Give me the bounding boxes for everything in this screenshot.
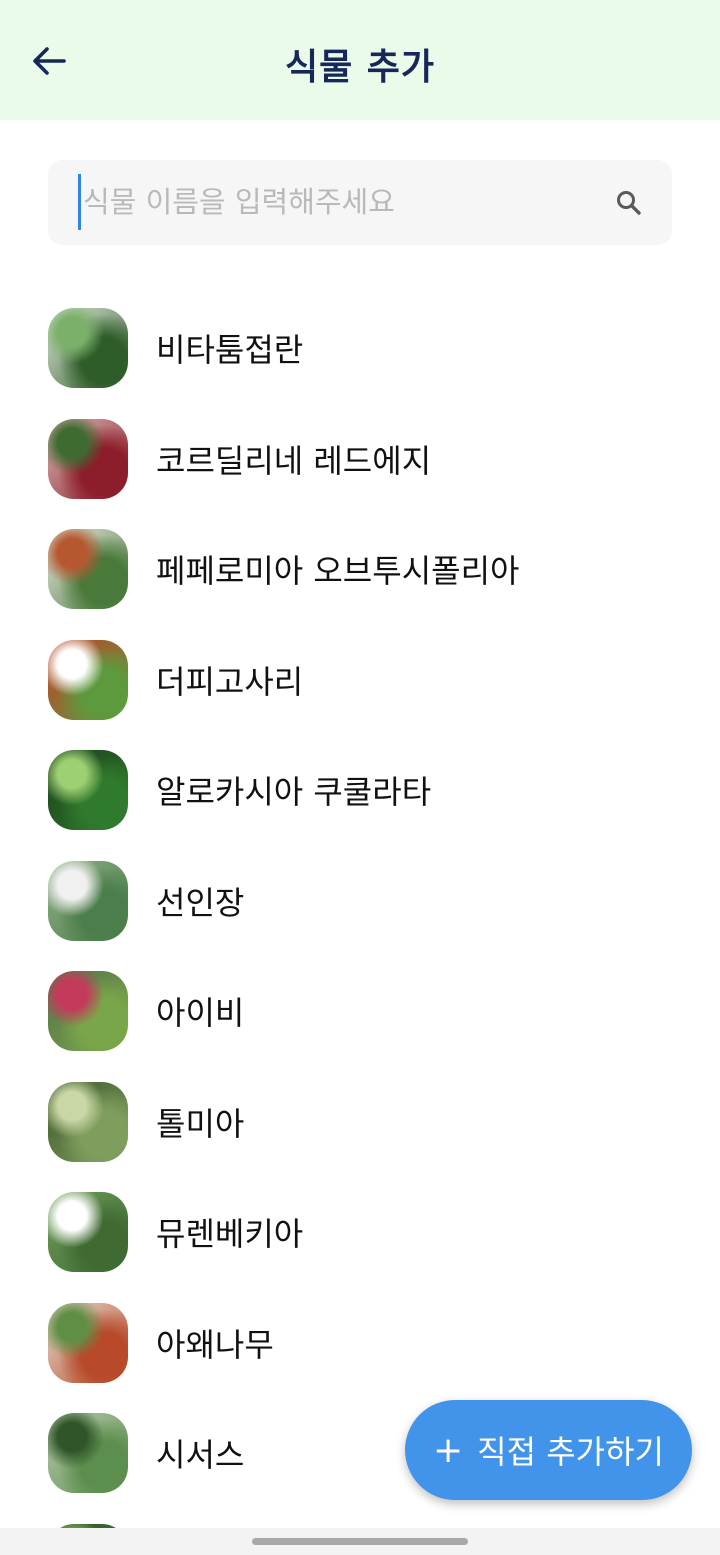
- plant-list-item[interactable]: 아이비: [48, 956, 688, 1067]
- plant-list-item[interactable]: 페페로미아 오브투시폴리아: [48, 514, 688, 625]
- plant-thumbnail: [48, 1192, 128, 1273]
- plant-thumbnail: [48, 1413, 128, 1494]
- plant-list-item[interactable]: 아왜나무: [48, 1288, 688, 1399]
- plant-name: 비타툼접란: [156, 331, 304, 370]
- plant-name: 아이비: [156, 994, 245, 1033]
- plus-icon: +: [433, 1429, 464, 1471]
- plant-list: 비타툼접란코르딜리네 레드에지페페로미아 오브투시폴리아더피고사리알로카시아 쿠…: [48, 293, 688, 1555]
- plant-list-item[interactable]: 톨미아: [48, 1067, 688, 1178]
- plant-list-item[interactable]: 선인장: [48, 846, 688, 957]
- plant-name: 선인장: [156, 883, 245, 922]
- search-input[interactable]: [78, 174, 598, 230]
- plant-thumbnail: [48, 971, 128, 1052]
- plant-name: 코르딜리네 레드에지: [156, 441, 432, 480]
- plant-thumbnail: [48, 860, 128, 941]
- home-indicator[interactable]: [252, 1538, 468, 1545]
- plant-name: 톨미아: [156, 1104, 245, 1143]
- plant-list-item[interactable]: 더피고사리: [48, 625, 688, 736]
- plant-thumbnail: [48, 1302, 128, 1383]
- plant-name: 시서스: [156, 1436, 245, 1475]
- add-manually-label: 직접 추가하기: [477, 1433, 664, 1471]
- page-title: 식물 추가: [284, 47, 435, 88]
- plant-list-item[interactable]: 코르딜리네 레드에지: [48, 404, 688, 515]
- plant-list-item[interactable]: 비타툼접란: [48, 293, 688, 404]
- plant-list-item[interactable]: 알로카시아 쿠쿨라타: [48, 735, 688, 846]
- plant-thumbnail: [48, 308, 128, 389]
- navigation-bar: [0, 1528, 720, 1555]
- plant-name: 페페로미아 오브투시폴리아: [156, 552, 520, 591]
- search-icon[interactable]: [614, 188, 644, 218]
- plant-name: 더피고사리: [156, 662, 304, 701]
- plant-list-item[interactable]: 뮤렌베키아: [48, 1177, 688, 1288]
- plant-thumbnail: [48, 750, 128, 831]
- search-box: [48, 160, 672, 245]
- plant-name: 아왜나무: [156, 1325, 274, 1364]
- plant-thumbnail: [48, 529, 128, 610]
- plant-thumbnail: [48, 639, 128, 720]
- plant-name: 뮤렌베키아: [156, 1215, 304, 1254]
- plant-thumbnail: [48, 1081, 128, 1162]
- plant-name: 알로카시아 쿠쿨라타: [156, 773, 432, 812]
- add-manually-button[interactable]: + 직접 추가하기: [405, 1400, 692, 1500]
- plant-thumbnail: [48, 418, 128, 499]
- app-header: 식물 추가: [0, 0, 720, 120]
